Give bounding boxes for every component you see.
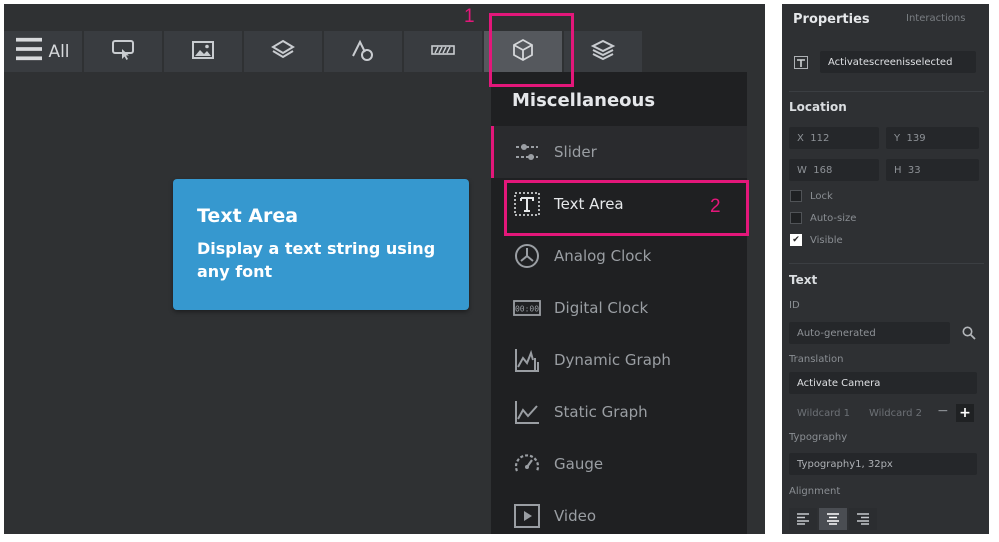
stack-icon: [590, 37, 616, 67]
wildcard-2-tab[interactable]: Wildcard 2: [869, 408, 922, 419]
menu-item-gauge[interactable]: Gauge: [491, 438, 747, 490]
visible-label: Visible: [810, 234, 843, 246]
category-progress-button[interactable]: [404, 31, 482, 72]
align-right-button[interactable]: [849, 508, 877, 530]
checkbox-unchecked-icon: [790, 212, 802, 224]
category-layers-button[interactable]: [244, 31, 322, 72]
menu-item-label: Dynamic Graph: [554, 351, 671, 369]
y-value: 139: [906, 132, 926, 144]
lock-checkbox[interactable]: Lock: [790, 190, 833, 202]
slider-icon: [512, 137, 542, 167]
align-center-icon: [827, 513, 839, 525]
h-label: H: [894, 164, 902, 176]
add-wildcard-button[interactable]: +: [956, 404, 974, 422]
autosize-label: Auto-size: [810, 212, 857, 224]
lock-label: Lock: [810, 190, 833, 202]
text-heading: Text: [789, 273, 818, 287]
typography-field[interactable]: Typography1, 32px: [789, 453, 977, 475]
callout-number-1: 1: [464, 6, 475, 27]
svg-text:00:00: 00:00: [515, 305, 539, 314]
checkmark-icon: ✔: [790, 234, 802, 246]
align-left-icon: [797, 513, 809, 525]
text-widget-icon: [794, 56, 808, 69]
progress-bar-icon: [430, 37, 456, 67]
menu-item-label: Video: [554, 507, 597, 525]
align-right-icon: [857, 513, 869, 525]
hover-indicator: [491, 126, 494, 178]
widget-name-field[interactable]: Activatescreenisselected: [820, 51, 976, 73]
align-center-button[interactable]: [819, 508, 847, 530]
y-label: Y: [894, 132, 901, 144]
video-icon: [512, 501, 542, 531]
visible-checkbox[interactable]: ✔ Visible: [790, 234, 843, 246]
menu-item-dynamic-graph[interactable]: Dynamic Graph: [491, 334, 747, 386]
properties-tab[interactable]: Properties: [793, 12, 870, 27]
menu-item-label: Gauge: [554, 455, 604, 473]
menu-item-video[interactable]: Video: [491, 490, 747, 534]
gauge-icon: [512, 449, 542, 479]
x-label: X: [797, 132, 804, 144]
alignment-label: Alignment: [789, 486, 841, 497]
checkbox-unchecked-icon: [790, 190, 802, 202]
dynamic-graph-icon: [512, 345, 542, 375]
properties-panel: Properties Interactions Activatescreenis…: [782, 4, 989, 534]
hamburger-icon: [16, 36, 43, 67]
align-left-button[interactable]: [789, 508, 817, 530]
tooltip-description: Display a text string using any font: [197, 239, 436, 281]
x-value: 112: [810, 132, 830, 144]
translation-label: Translation: [789, 354, 844, 365]
h-value: 33: [907, 164, 921, 176]
menu-item-label: Digital Clock: [554, 299, 649, 317]
callout-number-2: 2: [710, 196, 721, 217]
shapes-icon: [350, 37, 376, 67]
w-value: 168: [813, 164, 833, 176]
y-field[interactable]: Y 139: [886, 127, 979, 149]
x-field[interactable]: X 112: [789, 127, 879, 149]
image-icon: [190, 37, 216, 67]
analog-clock-icon: [512, 241, 542, 271]
category-shapes-button[interactable]: [324, 31, 402, 72]
all-categories-label: All: [48, 41, 70, 62]
menu-item-digital-clock[interactable]: 00:00 Digital Clock: [491, 282, 747, 334]
static-graph-icon: [512, 397, 542, 427]
id-field[interactable]: Auto-generated: [789, 322, 950, 344]
wildcard-1-tab[interactable]: Wildcard 1: [797, 408, 850, 419]
category-image-button[interactable]: [164, 31, 242, 72]
id-label: ID: [789, 300, 800, 311]
menu-item-static-graph[interactable]: Static Graph: [491, 386, 747, 438]
layers-icon: [270, 37, 296, 67]
typography-label: Typography: [789, 432, 848, 443]
w-label: W: [797, 164, 807, 176]
touch-screen-icon: [110, 37, 136, 67]
menu-item-analog-clock[interactable]: Analog Clock: [491, 230, 747, 282]
interactions-tab[interactable]: Interactions: [906, 13, 965, 24]
highlight-box-1: [489, 13, 574, 87]
menu-item-label: Analog Clock: [554, 247, 652, 265]
widget-tooltip: Text Area Display a text string using an…: [173, 179, 469, 310]
category-touch-button[interactable]: [84, 31, 162, 72]
category-stack-button[interactable]: [564, 31, 642, 72]
designer-canvas: All Text Area Display a text string usin…: [4, 4, 765, 534]
location-heading: Location: [789, 100, 847, 114]
digital-clock-icon: 00:00: [512, 293, 542, 323]
tooltip-title: Text Area: [197, 205, 299, 227]
menu-item-slider[interactable]: Slider: [491, 126, 747, 178]
w-field[interactable]: W 168: [789, 159, 879, 181]
translation-field[interactable]: Activate Camera: [789, 372, 977, 394]
divider: [789, 263, 984, 264]
menu-item-label: Slider: [554, 143, 597, 161]
divider: [789, 91, 984, 92]
h-field[interactable]: H 33: [886, 159, 979, 181]
search-icon: [962, 326, 976, 340]
search-button[interactable]: [956, 322, 982, 344]
menu-item-label: Static Graph: [554, 403, 648, 421]
miscellaneous-widget-menu: Miscellaneous Slider Text Area Analog Cl…: [491, 72, 747, 534]
remove-wildcard-button[interactable]: −: [937, 403, 949, 419]
all-categories-button[interactable]: All: [4, 31, 82, 72]
autosize-checkbox[interactable]: Auto-size: [790, 212, 856, 224]
